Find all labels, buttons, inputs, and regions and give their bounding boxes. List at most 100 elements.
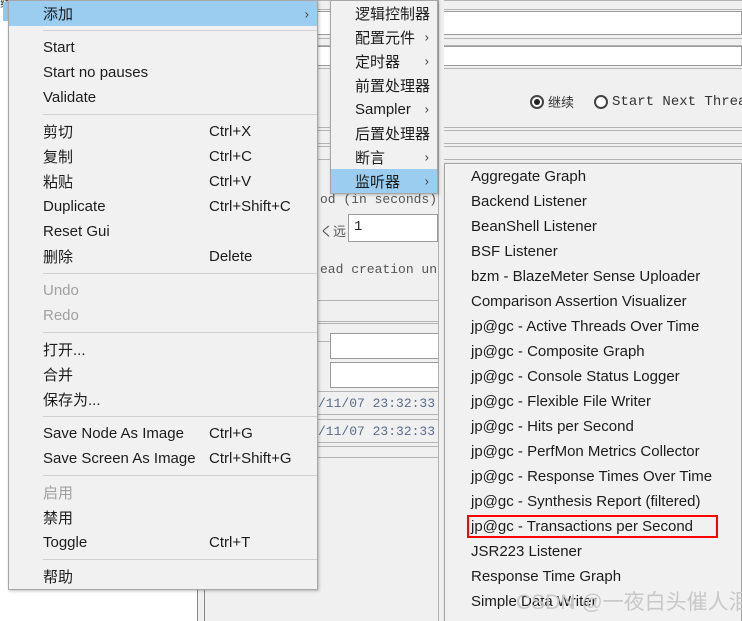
menu-item[interactable]: Start no pauses: [9, 60, 317, 85]
menu-separator: [43, 475, 317, 476]
menu-item-label: Validate: [43, 89, 97, 106]
menu-item[interactable]: BSF Listener: [445, 239, 741, 264]
menu-item[interactable]: 断言 ›: [331, 145, 437, 169]
chevron-right-icon: ›: [424, 125, 429, 141]
menu-item[interactable]: Simple Data Writer: [445, 589, 741, 614]
menu-item[interactable]: jp@gc - Synthesis Report (filtered): [445, 489, 741, 514]
menu-item[interactable]: jp@gc - Flexible File Writer: [445, 389, 741, 414]
menu-item-shortcut: Ctrl+V: [209, 173, 252, 190]
menu-item[interactable]: JSR223 Listener: [445, 539, 741, 564]
menu-item[interactable]: 禁用: [9, 505, 317, 530]
menu-separator: [43, 30, 317, 31]
menu-item-label: Start no pauses: [43, 64, 149, 81]
menu-item-label: 逻辑控制器: [355, 5, 431, 23]
chevron-right-icon: ›: [424, 149, 429, 165]
loop-count-input[interactable]: 1: [348, 214, 438, 242]
menu-item[interactable]: Response Time Graph: [445, 564, 741, 589]
menu-item[interactable]: 前置处理器 ›: [331, 73, 437, 97]
menu-item[interactable]: 复制 Ctrl+C: [9, 144, 317, 169]
menu-item[interactable]: 剪切 Ctrl+X: [9, 119, 317, 144]
menu-separator: [43, 559, 317, 560]
menu-item[interactable]: jp@gc - Transactions per Second: [445, 514, 741, 539]
chevron-right-icon: ›: [304, 6, 309, 21]
screenshot-root: 线 继续 Start Next Threa od (in seconds) く远: [0, 0, 742, 621]
menu-item[interactable]: 后置处理器 ›: [331, 121, 437, 145]
menu-item-label: BSF Listener: [471, 243, 558, 260]
radio-continue-label: 继续: [548, 95, 575, 110]
add-submenu[interactable]: 逻辑控制器 › 配置元件 › 定时器 › 前置处理器 › Sampler › 后置处理器 › 断言 › 监听…: [330, 0, 438, 194]
menu-item[interactable]: 监听器 ›: [331, 169, 437, 193]
menu-item-shortcut: Delete: [209, 248, 253, 265]
menu-item[interactable]: Summary Report: [445, 614, 741, 621]
menu-item[interactable]: Toggle Ctrl+T: [9, 530, 317, 555]
menu-item-label: 复制: [43, 149, 74, 166]
menu-item[interactable]: 添加 ›: [9, 1, 317, 26]
menu-separator: [43, 114, 317, 115]
menu-item[interactable]: 粘贴 Ctrl+V: [9, 169, 317, 194]
menu-item[interactable]: 定时器 ›: [331, 49, 437, 73]
menu-item[interactable]: jp@gc - Console Status Logger: [445, 364, 741, 389]
menu-item-label: 启用: [43, 485, 74, 502]
menu-item-shortcut: Ctrl+T: [209, 534, 251, 551]
menu-item-label: jp@gc - Console Status Logger: [471, 368, 680, 385]
menu-item[interactable]: 合并: [9, 362, 317, 387]
menu-item[interactable]: jp@gc - Composite Graph: [445, 339, 741, 364]
loop-forever-label: く远: [320, 225, 347, 240]
menu-item-label: bzm - BlazeMeter Sense Uploader: [471, 268, 701, 285]
menu-item: Redo: [9, 303, 317, 328]
menu-item[interactable]: bzm - BlazeMeter Sense Uploader: [445, 264, 741, 289]
menu-item-label: jp@gc - Response Times Over Time: [471, 468, 713, 485]
listener-submenu[interactable]: Aggregate Graph Backend Listener BeanShell…: [444, 163, 742, 621]
menu-item[interactable]: 删除 Delete: [9, 244, 317, 269]
start-time-row: /11/07 23:32:33: [318, 391, 438, 415]
menu-item[interactable]: Save Node As Image Ctrl+G: [9, 421, 317, 446]
menu-item-label: Undo: [43, 282, 79, 299]
menu-item[interactable]: Start: [9, 35, 317, 60]
menu-item[interactable]: jp@gc - Response Times Over Time: [445, 464, 741, 489]
menu-item[interactable]: Duplicate Ctrl+Shift+C: [9, 194, 317, 219]
menu-item[interactable]: Validate: [9, 85, 317, 110]
menu-item[interactable]: jp@gc - Active Threads Over Time: [445, 314, 741, 339]
menu-item[interactable]: 打开...: [9, 337, 317, 362]
radio-start-next-thread[interactable]: [594, 94, 609, 109]
menu-item-shortcut: Ctrl+X: [209, 123, 252, 140]
menu-item: Undo: [9, 278, 317, 303]
menu-item[interactable]: jp@gc - PerfMon Metrics Collector: [445, 439, 741, 464]
startup-delay-input[interactable]: [330, 362, 440, 388]
ramp-up-period-label: od (in seconds): [320, 192, 438, 207]
menu-item[interactable]: 逻辑控制器 ›: [331, 1, 437, 25]
node-context-menu[interactable]: 添加 › Start Start no pauses Validate 剪切 Ctrl+X 复…: [8, 0, 318, 590]
menu-item[interactable]: 保存为...: [9, 387, 317, 412]
scheduler-strip-1: [318, 300, 438, 322]
menu-separator: [43, 273, 317, 274]
chevron-right-icon: ›: [424, 53, 429, 69]
menu-item[interactable]: 帮助: [9, 564, 317, 589]
menu-item-label: jp@gc - Transactions per Second: [471, 518, 694, 535]
menu-item-label: Simple Data Writer: [471, 593, 597, 610]
menu-item: 启用: [9, 480, 317, 505]
menu-item-label: Sampler: [355, 100, 411, 118]
menu-item[interactable]: Save Screen As Image Ctrl+Shift+G: [9, 446, 317, 471]
menu-item[interactable]: jp@gc - Hits per Second: [445, 414, 741, 439]
menu-item[interactable]: Aggregate Graph: [445, 164, 741, 189]
menu-item[interactable]: 配置元件 ›: [331, 25, 437, 49]
menu-item[interactable]: BeanShell Listener: [445, 214, 741, 239]
radio-continue[interactable]: [530, 94, 544, 109]
menu-item-label: Reset Gui: [43, 223, 110, 240]
menu-item-label: 剪切: [43, 124, 74, 141]
menu-item-label: 打开...: [43, 342, 86, 359]
menu-item-label: Duplicate: [43, 198, 106, 215]
chevron-right-icon: ›: [424, 77, 429, 93]
menu-item-label: 合并: [43, 367, 74, 384]
duration-input[interactable]: [330, 333, 440, 359]
menu-item-label: 粘贴: [43, 174, 74, 191]
menu-item[interactable]: Backend Listener: [445, 189, 741, 214]
chevron-right-icon: ›: [424, 101, 429, 117]
menu-item[interactable]: Sampler ›: [331, 97, 437, 121]
menu-item-label: JSR223 Listener: [471, 543, 582, 560]
menu-item[interactable]: Comparison Assertion Visualizer: [445, 289, 741, 314]
radio-start-next-thread-label: Start Next Threa: [612, 93, 742, 110]
menu-item[interactable]: Reset Gui: [9, 219, 317, 244]
action-after-error-radios: 继续 Start Next Threa: [530, 92, 742, 111]
menu-item-label: Aggregate Graph: [471, 168, 587, 185]
